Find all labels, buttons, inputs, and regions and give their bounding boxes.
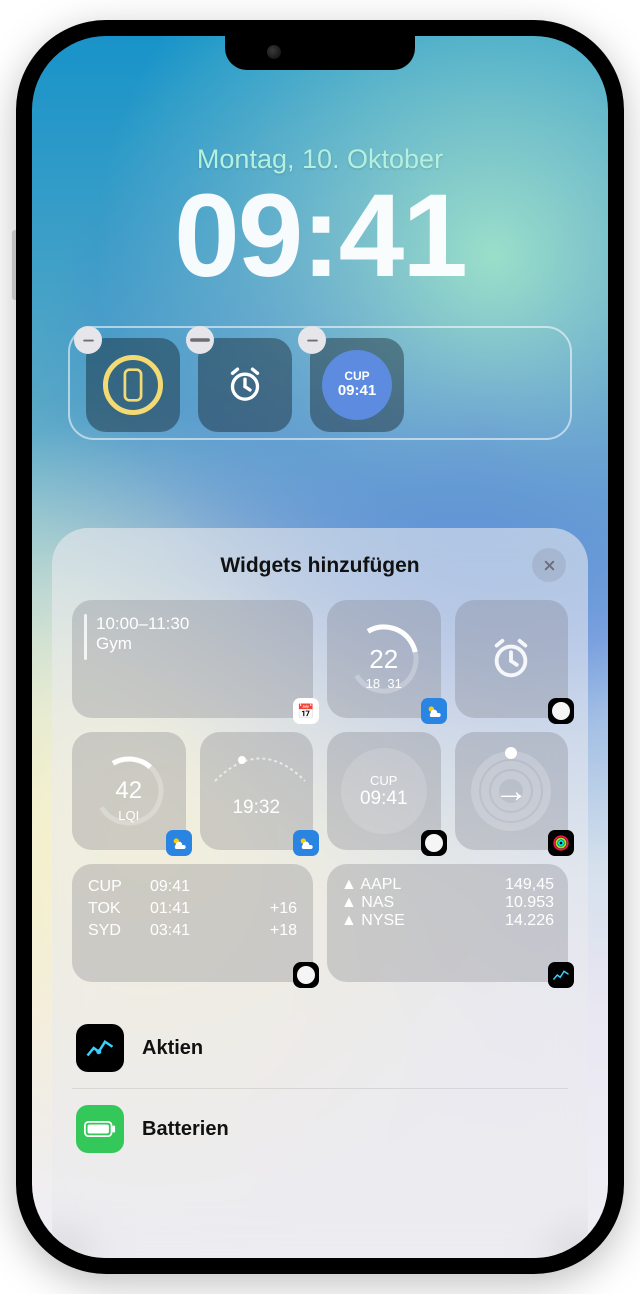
widget-picker-sheet: Widgets hinzufügen 10:00–11:30 Gym 📅 <box>52 528 588 1258</box>
stock-row: ▲ NYSE14.226 <box>341 912 554 930</box>
aqi-label: LQI <box>89 808 169 823</box>
calendar-event: Gym <box>96 634 299 654</box>
widget-fitness[interactable]: → <box>455 732 569 850</box>
widget-air-quality[interactable]: 42 LQI <box>72 732 186 850</box>
app-name: Aktien <box>142 1037 203 1060</box>
app-name: Batterien <box>142 1118 229 1141</box>
clock-app-icon <box>421 830 447 856</box>
close-button[interactable] <box>532 548 566 582</box>
widget-app-list: Aktien Batterien <box>72 1008 568 1169</box>
app-row-stocks[interactable]: Aktien <box>72 1008 568 1088</box>
notch <box>225 36 415 70</box>
weather-app-icon <box>421 698 447 724</box>
alarm-clock-icon <box>225 365 265 405</box>
shelf-widget-battery[interactable] <box>86 338 180 432</box>
arrow-right-icon: → <box>469 749 553 833</box>
alarm-clock-icon <box>488 636 534 682</box>
shelf-widget-world-clock[interactable]: CUP 09:41 <box>310 338 404 432</box>
clock-app-icon <box>548 698 574 724</box>
remove-widget-button[interactable] <box>298 326 326 354</box>
calendar-time: 10:00–11:30 <box>96 614 299 634</box>
widget-world-clock-list[interactable]: CUP09:41 TOK01:41+16 SYD03:41+18 <box>72 864 313 982</box>
clock-row: TOK01:41+16 <box>88 898 297 920</box>
widget-world-clock[interactable]: CUP 09:41 <box>327 732 441 850</box>
remove-widget-button[interactable] <box>74 326 102 354</box>
calendar-app-icon: 📅 <box>293 698 319 724</box>
stocks-app-icon <box>76 1024 124 1072</box>
battery-app-icon <box>76 1105 124 1153</box>
stock-row: ▲ NAS10.953 <box>341 894 554 912</box>
widget-shelf[interactable]: CUP 09:41 <box>68 326 572 440</box>
widget-calendar[interactable]: 10:00–11:30 Gym 📅 <box>72 600 313 718</box>
widget-temperature[interactable]: 22 18 31 <box>327 600 441 718</box>
world-clock-city: CUP <box>370 773 397 788</box>
sheet-title: Widgets hinzufügen <box>72 554 568 578</box>
weather-app-icon <box>166 830 192 856</box>
world-clock-time: 09:41 <box>338 383 376 400</box>
clock-row: SYD03:41+18 <box>88 920 297 942</box>
close-icon <box>543 559 556 572</box>
weather-app-icon <box>293 830 319 856</box>
sunset-time: 19:32 <box>232 797 280 819</box>
app-row-battery[interactable]: Batterien <box>72 1088 568 1169</box>
widget-alarm[interactable] <box>455 600 569 718</box>
remove-widget-button[interactable] <box>186 326 214 354</box>
stock-row: ▲ AAPL149,45 <box>341 876 554 894</box>
clock-app-icon <box>293 962 319 988</box>
world-clock-time: 09:41 <box>360 788 408 810</box>
shelf-widget-alarm[interactable] <box>198 338 292 432</box>
lockscreen-time[interactable]: 09:41 <box>32 168 608 304</box>
clock-row: CUP09:41 <box>88 876 297 898</box>
fitness-app-icon <box>548 830 574 856</box>
battery-ring-icon <box>103 355 163 415</box>
stocks-app-icon <box>548 962 574 988</box>
widget-stocks[interactable]: ▲ AAPL149,45 ▲ NAS10.953 ▲ NYSE14.226 <box>327 864 568 982</box>
widget-sunset[interactable]: 19:32 <box>200 732 314 850</box>
